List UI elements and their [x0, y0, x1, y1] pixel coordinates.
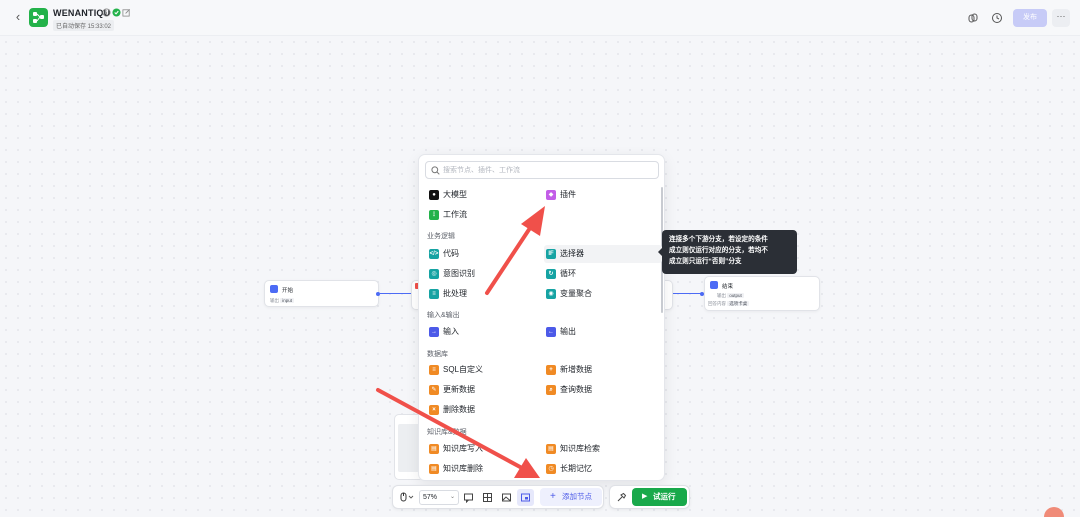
annotation-arrow-up — [485, 223, 534, 295]
annotation-arrowhead-up — [521, 206, 545, 236]
annotation-arrows — [376, 206, 545, 478]
annotation-arrow-down — [376, 388, 524, 470]
